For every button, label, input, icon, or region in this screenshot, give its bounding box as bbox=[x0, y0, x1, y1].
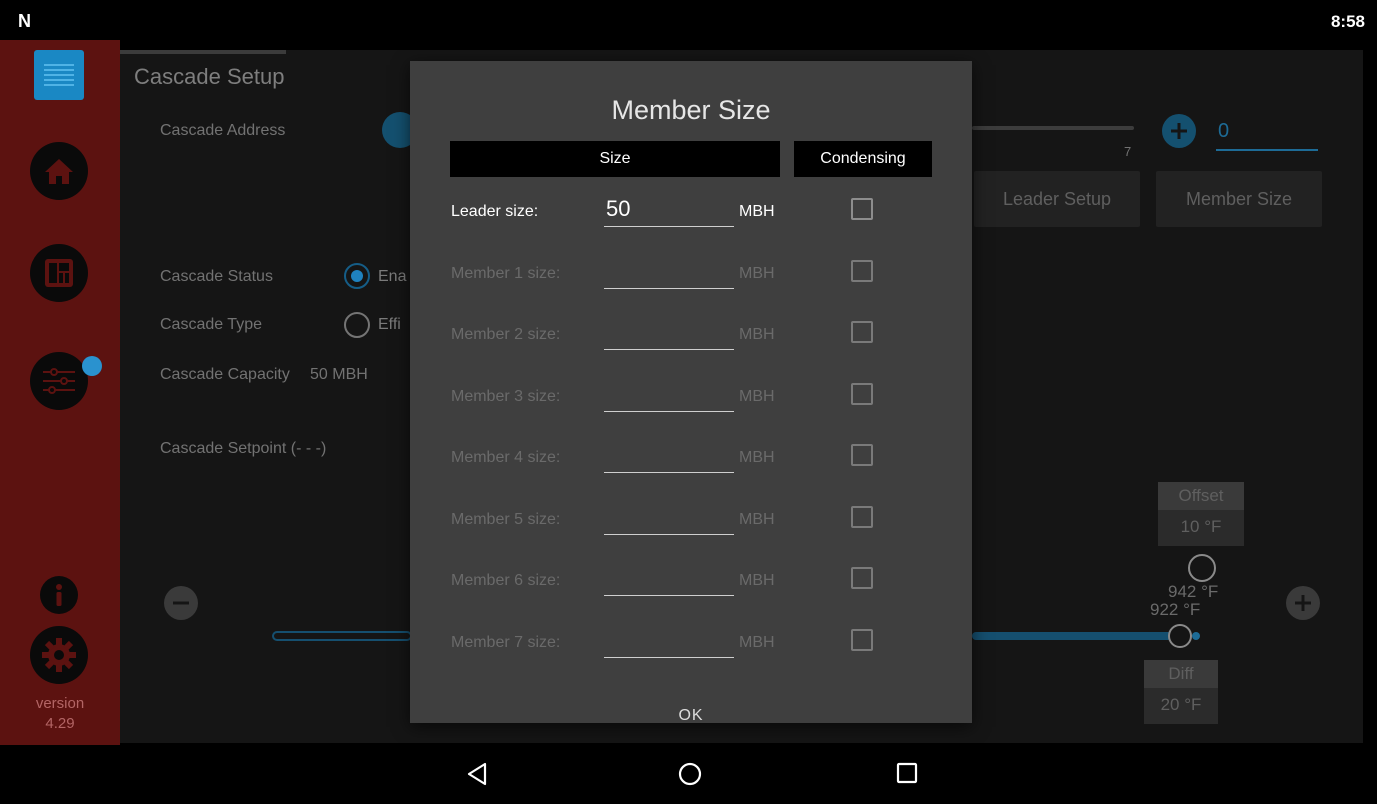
navigation-bar bbox=[0, 745, 1377, 804]
member-size-dialog: Member Size Size Condensing Leader size:… bbox=[410, 61, 972, 723]
unit-label: MBH bbox=[739, 511, 775, 528]
clock: 8:58 bbox=[1330, 12, 1365, 31]
size-column-header: Size bbox=[450, 141, 780, 177]
settings-sliders-icon[interactable] bbox=[30, 352, 88, 410]
row-label: Member 5 size: bbox=[451, 511, 561, 528]
row-label: Member 6 size: bbox=[451, 572, 561, 589]
condensing-checkbox[interactable] bbox=[851, 506, 873, 528]
size-input[interactable]: 50 bbox=[604, 195, 734, 227]
unit-label: MBH bbox=[739, 203, 775, 220]
unit-label: MBH bbox=[739, 265, 775, 282]
cascade-type-option: Effi bbox=[378, 316, 401, 333]
page-title: Cascade Setup bbox=[134, 64, 285, 89]
member-size-button[interactable]: Member Size bbox=[1156, 171, 1322, 227]
diff-chip: Diff 20 °F bbox=[1144, 660, 1218, 724]
row-label: Member 3 size: bbox=[451, 388, 561, 405]
version-number: 4.29 bbox=[45, 715, 75, 732]
info-icon[interactable] bbox=[40, 576, 78, 614]
condensing-checkbox[interactable] bbox=[851, 198, 873, 220]
diff-label: Diff bbox=[1144, 660, 1218, 688]
setpoint-slider-thumb-upper[interactable] bbox=[1188, 554, 1216, 582]
dashboard-icon[interactable] bbox=[30, 244, 88, 302]
lower-temp-label: 922 °F bbox=[1150, 600, 1201, 619]
size-input[interactable] bbox=[604, 380, 734, 412]
row-label: Leader size: bbox=[451, 203, 539, 220]
home-circle-icon[interactable] bbox=[678, 762, 702, 786]
version-label: version bbox=[35, 695, 85, 712]
setpoint-plus-button[interactable] bbox=[1286, 586, 1320, 620]
condensing-checkbox[interactable] bbox=[851, 444, 873, 466]
cascade-capacity-label: Cascade Capacity bbox=[160, 366, 290, 383]
ok-button[interactable]: OK bbox=[410, 707, 972, 723]
setpoint-slider-right-track[interactable] bbox=[972, 632, 1172, 640]
unit-label: MBH bbox=[739, 449, 775, 466]
setpoint-minus-button[interactable] bbox=[164, 586, 198, 620]
leader-setup-button[interactable]: Leader Setup bbox=[974, 171, 1140, 227]
upper-temp-label: 942 °F bbox=[1168, 582, 1219, 601]
offset-value: 10 °F bbox=[1180, 517, 1222, 536]
row-label: Member 2 size: bbox=[451, 326, 561, 343]
cascade-address-label: Cascade Address bbox=[160, 122, 286, 139]
setpoint-slider-left-track[interactable] bbox=[272, 631, 412, 641]
row-label: Member 1 size: bbox=[451, 265, 561, 282]
condensing-checkbox[interactable] bbox=[851, 567, 873, 589]
home-icon[interactable] bbox=[30, 142, 88, 200]
condensing-checkbox[interactable] bbox=[851, 260, 873, 282]
size-input[interactable] bbox=[604, 626, 734, 658]
size-input[interactable] bbox=[604, 257, 734, 289]
offset-chip: Offset 10 °F bbox=[1158, 482, 1244, 546]
address-slider-track[interactable] bbox=[972, 126, 1134, 130]
offset-label: Offset bbox=[1158, 482, 1244, 510]
cascade-status-option: Ena bbox=[378, 268, 407, 285]
cascade-type-radio[interactable] bbox=[344, 312, 370, 338]
recents-icon[interactable] bbox=[896, 762, 918, 784]
setpoint-slider-thumb-lower[interactable] bbox=[1168, 624, 1192, 648]
size-input[interactable] bbox=[604, 503, 734, 535]
row-label: Member 4 size: bbox=[451, 449, 561, 466]
unit-label: MBH bbox=[739, 634, 775, 651]
size-input[interactable] bbox=[604, 564, 734, 596]
size-input[interactable] bbox=[604, 318, 734, 350]
notification-badge bbox=[82, 356, 102, 376]
notification-logo-icon: N bbox=[18, 11, 31, 31]
row-label: Member 7 size: bbox=[451, 634, 561, 651]
panel-header-line bbox=[120, 50, 286, 54]
unit-label: MBH bbox=[739, 388, 775, 405]
menu-button[interactable] bbox=[34, 50, 84, 100]
condensing-checkbox[interactable] bbox=[851, 629, 873, 651]
size-input[interactable] bbox=[604, 441, 734, 473]
address-value-underline bbox=[1216, 149, 1318, 151]
address-plus-button[interactable] bbox=[1162, 114, 1196, 148]
cascade-status-radio[interactable] bbox=[344, 263, 370, 289]
back-icon[interactable] bbox=[466, 762, 488, 786]
cascade-capacity-value: 50 MBH bbox=[310, 366, 368, 383]
diff-value: 20 °F bbox=[1160, 695, 1202, 714]
cascade-status-label: Cascade Status bbox=[160, 268, 273, 285]
cascade-address-value: 0 bbox=[1218, 120, 1230, 142]
gear-icon[interactable] bbox=[30, 626, 88, 684]
condensing-column-header: Condensing bbox=[794, 141, 932, 177]
status-bar: N 8:58 bbox=[0, 0, 1377, 40]
condensing-checkbox[interactable] bbox=[851, 321, 873, 343]
dialog-title: Member Size bbox=[611, 95, 771, 125]
cascade-type-label: Cascade Type bbox=[160, 316, 262, 333]
address-slider-max: 7 bbox=[1124, 144, 1132, 159]
cascade-setpoint-label: Cascade Setpoint (- - -) bbox=[160, 440, 327, 457]
setpoint-slider-end-dot bbox=[1192, 632, 1200, 640]
sidebar: version 4.29 bbox=[0, 40, 120, 745]
unit-label: MBH bbox=[739, 572, 775, 589]
condensing-checkbox[interactable] bbox=[851, 383, 873, 405]
unit-label: MBH bbox=[739, 326, 775, 343]
